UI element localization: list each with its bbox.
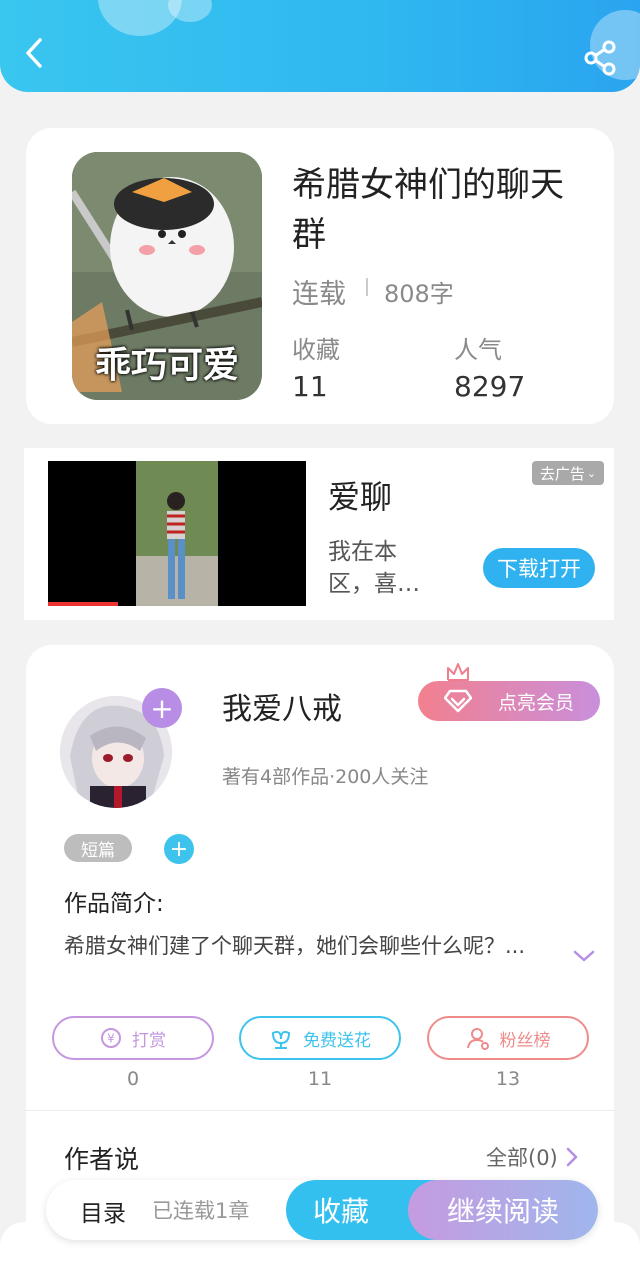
send-flower-label: 免费送花 [303, 1030, 371, 1051]
all-label: 全部(0) [486, 1146, 558, 1170]
intro-text: 希腊女神们建了个聊天群，她们会聊些什么呢？... [64, 934, 526, 958]
favorites-label: 收藏 [292, 336, 340, 364]
author-info: 著有4部作品·200人关注 [222, 766, 429, 788]
share-icon[interactable] [580, 38, 620, 78]
book-word-count: 808字 [384, 280, 454, 308]
vip-label: 点亮会员 [497, 691, 574, 714]
popularity-value: 8297 [454, 370, 526, 403]
send-flower-button[interactable]: 免费送花 [239, 1016, 401, 1060]
author-says-all-link[interactable]: 全部(0) [486, 1142, 578, 1172]
chevron-down-icon: ⌄ [586, 466, 597, 480]
ad-video[interactable] [48, 461, 306, 606]
remove-ad-label: 去广告 [539, 464, 585, 483]
flower-count: 11 [307, 1068, 333, 1090]
top-header [0, 0, 640, 92]
chapter-status: 已连载1章 [152, 1199, 250, 1223]
vip-button[interactable]: 点亮会员 [418, 681, 600, 721]
tip-count: 0 [126, 1068, 140, 1090]
tag-short[interactable]: 短篇 [64, 834, 132, 862]
author-name: 我爱八戒 [222, 692, 342, 727]
plus-icon: + [150, 691, 174, 725]
bottom-action-bar: 目录 已连载1章 收藏 继续阅读 [46, 1180, 598, 1240]
intro-label: 作品简介: [64, 891, 164, 917]
yen-icon: ¥ [101, 1028, 121, 1048]
section-divider [24, 1110, 614, 1111]
toc-button[interactable]: 目录 [80, 1194, 126, 1228]
tip-button[interactable]: ¥ 打赏 [52, 1016, 214, 1060]
ad-video-frame [48, 461, 306, 606]
continue-reading-button[interactable]: 继续阅读 [408, 1180, 598, 1240]
fan-ranking-button[interactable]: 粉丝榜 [427, 1016, 589, 1060]
cover-caption: 乖巧可爱 [94, 345, 239, 386]
meta-divider [366, 278, 368, 296]
fan-ranking-label: 粉丝榜 [499, 1030, 551, 1051]
diamond-icon [444, 689, 472, 713]
author-says-title: 作者说 [64, 1145, 140, 1174]
favorite-label: 收藏 [312, 1195, 369, 1228]
flower-icon [271, 1030, 291, 1049]
back-icon[interactable] [18, 36, 52, 70]
ad-download-button[interactable]: 下载打开 [483, 548, 595, 588]
remove-ad-button[interactable]: 去广告 ⌄ [532, 461, 604, 485]
add-tag-button[interactable]: + [164, 834, 194, 864]
ad-title: 爱聊 [328, 478, 393, 516]
svg-text:¥: ¥ [107, 1032, 115, 1046]
favorites-value: 11 [292, 370, 328, 403]
ad-description: 我在本区，喜… [328, 539, 420, 597]
user-icon [466, 1028, 489, 1050]
fan-count: 13 [495, 1068, 521, 1090]
popularity-label: 人气 [454, 336, 502, 364]
crown-icon [447, 663, 469, 681]
book-title: 希腊女神们的聊天群 [292, 165, 564, 255]
book-cover[interactable]: 乖巧可爱 [72, 152, 262, 400]
tip-label: 打赏 [132, 1030, 166, 1051]
follow-author-button[interactable]: + [142, 688, 182, 728]
book-status: 连载 [292, 279, 346, 310]
chevron-right-icon [566, 1147, 577, 1167]
plus-icon: + [169, 836, 189, 862]
expand-chevron-icon[interactable] [572, 948, 596, 964]
